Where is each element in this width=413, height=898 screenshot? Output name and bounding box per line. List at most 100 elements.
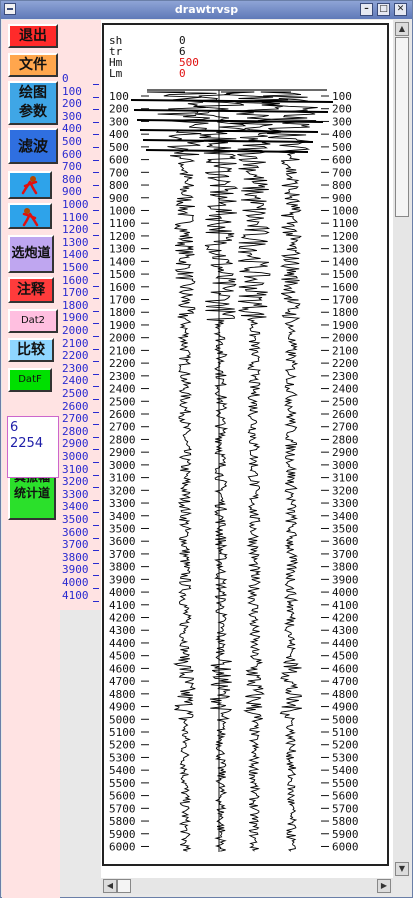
- depth-tick-right: 2900: [332, 446, 359, 459]
- depth-tick-left: 3000: [109, 459, 136, 472]
- datf-button[interactable]: DatF: [8, 368, 52, 392]
- scroll-up-arrow-icon[interactable]: ▲: [395, 22, 409, 36]
- depth-tick-right: 900: [332, 192, 352, 205]
- time-tick-label: 1500: [62, 261, 89, 274]
- info-trace-number: 6: [10, 420, 19, 435]
- time-tick-label: 2700: [62, 412, 89, 426]
- depth-tick-left: 3700: [109, 548, 136, 561]
- compare-button[interactable]: 比较: [8, 338, 54, 362]
- seismic-trace: [260, 91, 318, 852]
- depth-tick-right: 4800: [332, 688, 359, 701]
- time-tick-mark: [93, 298, 99, 300]
- depth-tick-left: 1800: [109, 306, 136, 319]
- depth-tick-left: 2000: [109, 332, 136, 345]
- time-tick-label: 4100: [62, 588, 89, 602]
- horizontal-scrollbar[interactable]: ◀ ▶: [101, 878, 393, 894]
- depth-tick-right: 3200: [332, 484, 359, 497]
- depth-tick-left: 5000: [109, 713, 136, 726]
- depth-tick-left: 2400: [109, 383, 136, 396]
- exit-button[interactable]: 退出: [8, 24, 58, 48]
- depth-tick-right: 5100: [332, 726, 359, 739]
- depth-tick-right: 4300: [332, 624, 359, 637]
- runner-right-icon: [21, 176, 38, 195]
- depth-tick-left: 500: [109, 141, 129, 154]
- time-tick-mark: [93, 449, 99, 451]
- depth-tick-right: 2300: [332, 370, 359, 383]
- sidebar: 退出文件绘图参数滤波选炮道注释Dat2比较DatF真振幅统计道 6 2254: [2, 20, 60, 898]
- time-tick-label: 2900: [62, 437, 89, 451]
- time-tick-mark: [93, 361, 99, 363]
- title-bar[interactable]: drawtrvsp – □ ✕: [1, 1, 412, 19]
- run-back-button[interactable]: [8, 203, 52, 229]
- run-forward-button[interactable]: [8, 171, 52, 199]
- close-button[interactable]: ✕: [394, 3, 407, 16]
- time-tick-label: 2000: [62, 324, 89, 337]
- depth-tick-left: 4700: [109, 675, 136, 688]
- scroll-left-arrow-icon[interactable]: ◀: [103, 879, 117, 893]
- file-button[interactable]: 文件: [8, 53, 58, 77]
- filter-button[interactable]: 滤波: [8, 128, 58, 164]
- depth-tick-right: 2400: [332, 383, 359, 396]
- depth-tick-left: 5400: [109, 764, 136, 777]
- time-tick-label: 3100: [62, 462, 89, 476]
- depth-tick-right: 1300: [332, 243, 359, 256]
- depth-tick-right: 500: [332, 141, 352, 154]
- depth-tick-left: 4500: [109, 650, 136, 663]
- depth-tick-left: 5800: [109, 815, 136, 828]
- time-tick-mark: [93, 588, 99, 589]
- depth-tick-right: 1000: [332, 204, 359, 217]
- depth-tick-left: 600: [109, 154, 129, 167]
- depth-tick-left: 1200: [109, 230, 136, 243]
- depth-tick-right: 3900: [332, 573, 359, 586]
- depth-tick-right: 2500: [332, 395, 359, 408]
- vertical-scroll-thumb[interactable]: [395, 37, 409, 217]
- depth-tick-right: 400: [332, 128, 352, 141]
- first-arrival-wiggle: [145, 149, 309, 153]
- info-sample-count: 2254: [10, 436, 44, 451]
- depth-tick-left: 3900: [109, 573, 136, 586]
- time-tick-mark: [93, 336, 99, 337]
- depth-tick-left: 5900: [109, 828, 136, 841]
- scroll-right-arrow-icon[interactable]: ▶: [377, 879, 391, 893]
- depth-tick-right: 800: [332, 179, 352, 192]
- time-tick-mark: [93, 550, 99, 552]
- scroll-down-arrow-icon[interactable]: ▼: [395, 862, 409, 876]
- depth-tick-right: 300: [332, 115, 352, 128]
- depth-tick-right: 5600: [332, 790, 359, 803]
- time-tick-label: 800: [62, 172, 82, 186]
- time-tick-label: 2500: [62, 387, 89, 400]
- depth-tick-left: 3600: [109, 535, 136, 548]
- depth-tick-left: 3100: [109, 472, 136, 485]
- dat2-button[interactable]: Dat2: [8, 309, 58, 333]
- vertical-scrollbar[interactable]: ▲ ▼: [393, 20, 411, 878]
- trace-info-box: 6 2254: [7, 416, 59, 478]
- filter-label: 滤波: [17, 137, 48, 155]
- time-tick-mark: [93, 197, 99, 199]
- minimize-button[interactable]: –: [360, 3, 373, 16]
- depth-tick-left: 5200: [109, 739, 136, 752]
- time-tick-mark: [93, 525, 99, 526]
- depth-tick-right: 600: [332, 154, 352, 167]
- header-value-Lm: 0: [179, 67, 186, 80]
- depth-tick-left: 4300: [109, 624, 136, 637]
- horizontal-scroll-thumb[interactable]: [117, 879, 131, 893]
- time-tick-label: 2400: [62, 374, 89, 388]
- annotate-button[interactable]: 注释: [8, 277, 54, 303]
- time-tick-label: 3200: [62, 475, 89, 489]
- maximize-button[interactable]: □: [377, 3, 390, 16]
- time-tick-label: 3700: [62, 538, 89, 552]
- time-tick-label: 2600: [62, 399, 89, 413]
- depth-tick-left: 1300: [109, 243, 136, 256]
- depth-tick-left: 1000: [109, 204, 136, 217]
- time-tick-mark: [93, 424, 99, 426]
- depth-tick-right: 3500: [332, 522, 359, 535]
- depth-tick-left: 400: [109, 128, 129, 141]
- select-shot-trace-button[interactable]: 选炮道: [8, 235, 54, 273]
- plot-params-button[interactable]: 绘图参数: [8, 81, 58, 125]
- depth-tick-left: 1100: [109, 217, 136, 230]
- depth-tick-right: 2200: [332, 357, 359, 370]
- plot-params-label: 绘图参数: [19, 85, 47, 120]
- time-tick-label: 600: [62, 147, 82, 161]
- depth-tick-left: 3400: [109, 510, 136, 523]
- depth-tick-right: 4900: [332, 701, 359, 714]
